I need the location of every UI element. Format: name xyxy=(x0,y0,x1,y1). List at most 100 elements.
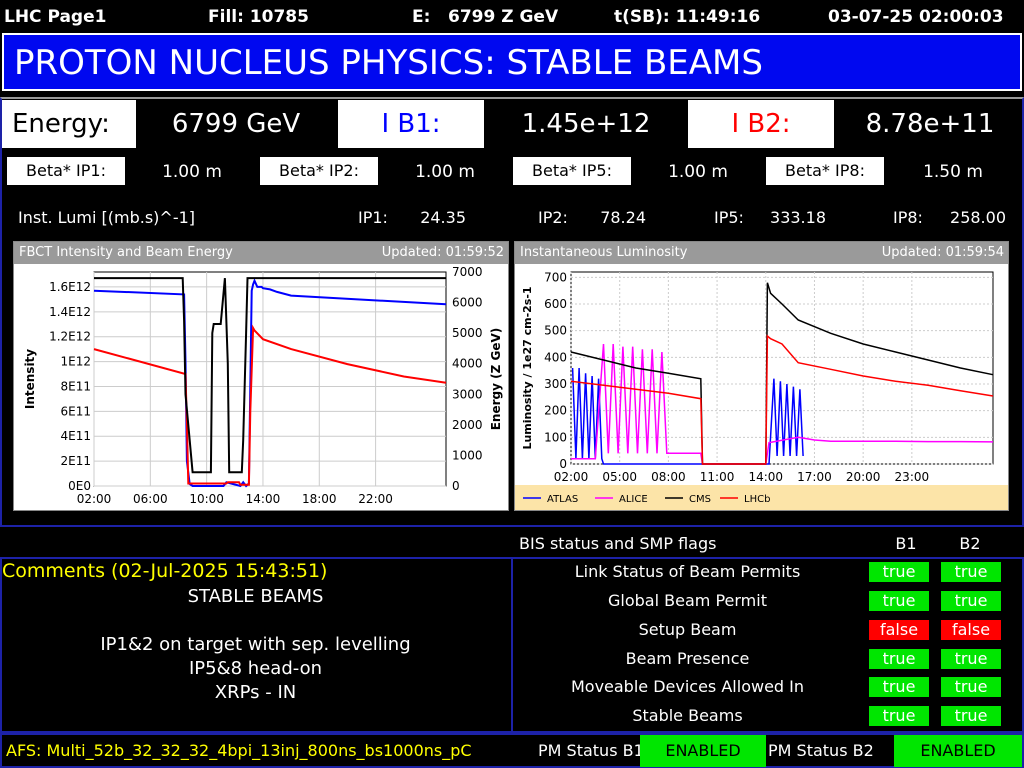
lumi-ip8-label: IP8: xyxy=(893,208,923,227)
lumi-chart-updated: Updated: 01:59:54 xyxy=(881,245,1004,260)
y-tick-label: 8E11 xyxy=(61,379,92,393)
flag-label-beam-presence: Beam Presence xyxy=(625,649,750,668)
y2-tick-label: 3000 xyxy=(452,387,483,401)
x-tick-label: 11:00 xyxy=(700,470,735,484)
comments-header: Comments (02-Jul-2025 15:43:51) xyxy=(2,560,328,582)
lumi-ip2-value: 78.24 xyxy=(600,208,646,227)
beta-ip5-label: Beta* IP5: xyxy=(513,157,631,185)
page-name: LHC Page1 xyxy=(4,7,107,27)
machine-mode-banner: PROTON NUCLEUS PHYSICS: STABLE BEAMS xyxy=(2,33,1022,91)
y2-tick-label: 4000 xyxy=(452,357,483,371)
energy-header-label: E: xyxy=(412,7,431,27)
x-tick-label: 02:00 xyxy=(77,492,112,506)
lumi-chart-title: Instantaneous Luminosity xyxy=(520,245,688,260)
comment-line: IP1&2 on target with sep. levelling xyxy=(100,634,411,655)
bis-b1-header: B1 xyxy=(895,534,917,553)
y-tick-label: 2E11 xyxy=(61,454,92,468)
y-tick-label: 500 xyxy=(544,324,567,338)
y-axis-label: Luminosity / 1e27 cm-2s-1 xyxy=(521,286,534,449)
x-tick-label: 20:00 xyxy=(846,470,881,484)
bottom-divider xyxy=(511,557,513,733)
y2-tick-label: 7000 xyxy=(452,265,483,279)
beta-ip8-label: Beta* IP8: xyxy=(766,157,884,185)
ib1-value: 1.45e+12 xyxy=(521,109,651,139)
inst-lumi-label: Inst. Lumi [(mb.s)^-1] xyxy=(18,208,196,227)
bis-title: BIS status and SMP flags xyxy=(519,534,717,553)
afs-filling-scheme: AFS: Multi_52b_32_32_32_4bpi_13inj_800ns… xyxy=(6,741,472,760)
ib1-label: I B1: xyxy=(338,100,484,148)
machine-mode-text: PROTON NUCLEUS PHYSICS: STABLE BEAMS xyxy=(14,43,763,83)
lumi-ip5-label: IP5: xyxy=(714,208,744,227)
beta-ip2-value: 1.00 m xyxy=(415,162,475,182)
y-tick-label: 300 xyxy=(544,377,567,391)
y2-tick-label: 1000 xyxy=(452,448,483,462)
lumi-ip8-value: 258.00 xyxy=(950,208,1006,227)
energy-value: 6799 GeV xyxy=(171,109,301,139)
lumi-ip2-label: IP2: xyxy=(538,208,568,227)
x-tick-label: 06:00 xyxy=(133,492,168,506)
y2-tick-label: 0 xyxy=(452,479,460,493)
y-tick-label: 1.4E12 xyxy=(49,305,91,319)
flag-b2-beam-presence: true xyxy=(941,649,1001,669)
flag-b1-link-status: true xyxy=(869,562,929,582)
beta-ip2-label: Beta* IP2: xyxy=(260,157,378,185)
x-tick-label: 23:00 xyxy=(895,470,930,484)
y2-axis-label: Energy (Z GeV) xyxy=(489,328,503,431)
beta-ip1-value: 1.00 m xyxy=(162,162,222,182)
y-tick-label: 1E12 xyxy=(61,355,92,369)
lumi-ip1-label: IP1: xyxy=(358,208,388,227)
lumi-ip5-value: 333.18 xyxy=(770,208,826,227)
y-tick-label: 600 xyxy=(544,297,567,311)
y-tick-label: 700 xyxy=(544,270,567,284)
fill-number: Fill: 10785 xyxy=(208,7,309,27)
x-tick-label: 10:00 xyxy=(189,492,224,506)
lumi-chart: 02:00 05:00 08:00 11:00 14:00 17:00 20:00 23:00… xyxy=(515,270,1008,510)
pm-b2-status: ENABLED xyxy=(894,735,1022,767)
legend-label-atlas: ATLAS xyxy=(547,494,578,505)
flag-b1-global-permit: true xyxy=(869,591,929,611)
pm-b1-label: PM Status B1 xyxy=(538,741,644,760)
legend-label-cms: CMS xyxy=(689,494,711,505)
plot-area xyxy=(93,271,447,487)
flag-label-link-status: Link Status of Beam Permits xyxy=(574,562,801,581)
y-tick-label: 400 xyxy=(544,350,567,364)
lumi-chart-panel: Instantaneous Luminosity Updated: 01:59:… xyxy=(514,241,1009,511)
y-tick-label: 0E0 xyxy=(68,479,91,493)
fbct-chart: 02:00 06:00 10:00 14:00 18:00 22:00 0E0 2E11 4E1… xyxy=(23,265,503,506)
flag-label-global-permit: Global Beam Permit xyxy=(608,591,767,610)
beta-ip8-value: 1.50 m xyxy=(923,162,983,182)
x-tick-label: 14:00 xyxy=(246,492,281,506)
flag-b1-moveable-devices: true xyxy=(869,677,929,697)
ib2-value: 8.78e+11 xyxy=(865,109,995,139)
flag-label-moveable-devices: Moveable Devices Allowed In xyxy=(570,677,805,696)
legend-label-lhcb: LHCb xyxy=(744,494,770,505)
flag-b1-stable-beams: true xyxy=(869,706,929,726)
date-time: 03-07-25 02:00:03 xyxy=(828,7,1004,27)
y-tick-label: 6E11 xyxy=(61,404,92,418)
flag-b2-stable-beams: true xyxy=(941,706,1001,726)
y-tick-label: 1.6E12 xyxy=(49,280,91,294)
comment-line: IP5&8 head-on xyxy=(188,658,322,679)
energy-label: Energy: xyxy=(2,100,136,148)
ib2-label: I B2: xyxy=(688,100,834,148)
legend-label-alice: ALICE xyxy=(619,494,648,505)
flag-b1-beam-presence: true xyxy=(869,649,929,669)
comment-line: STABLE BEAMS xyxy=(187,586,324,607)
fbct-chart-titlebar: FBCT Intensity and Beam Energy Updated: … xyxy=(14,242,508,264)
y-tick-label: 200 xyxy=(544,404,567,418)
x-tick-label: 22:00 xyxy=(358,492,393,506)
energy-header-value: 6799 Z GeV xyxy=(448,7,559,27)
x-tick-label: 17:00 xyxy=(797,470,832,484)
flag-b2-moveable-devices: true xyxy=(941,677,1001,697)
x-tick-label: 05:00 xyxy=(602,470,637,484)
x-tick-label: 02:00 xyxy=(554,470,589,484)
comment-line: XRPs - IN xyxy=(214,682,297,703)
flag-label-setup-beam: Setup Beam xyxy=(638,620,737,639)
y2-tick-label: 2000 xyxy=(452,418,483,432)
flag-b2-setup-beam: false xyxy=(941,620,1001,640)
y-axis-label: Intensity xyxy=(23,349,37,409)
y2-tick-label: 5000 xyxy=(452,326,483,340)
fbct-chart-title: FBCT Intensity and Beam Energy xyxy=(19,245,233,260)
flag-b1-setup-beam: false xyxy=(869,620,929,640)
y-tick-label: 100 xyxy=(544,430,567,444)
